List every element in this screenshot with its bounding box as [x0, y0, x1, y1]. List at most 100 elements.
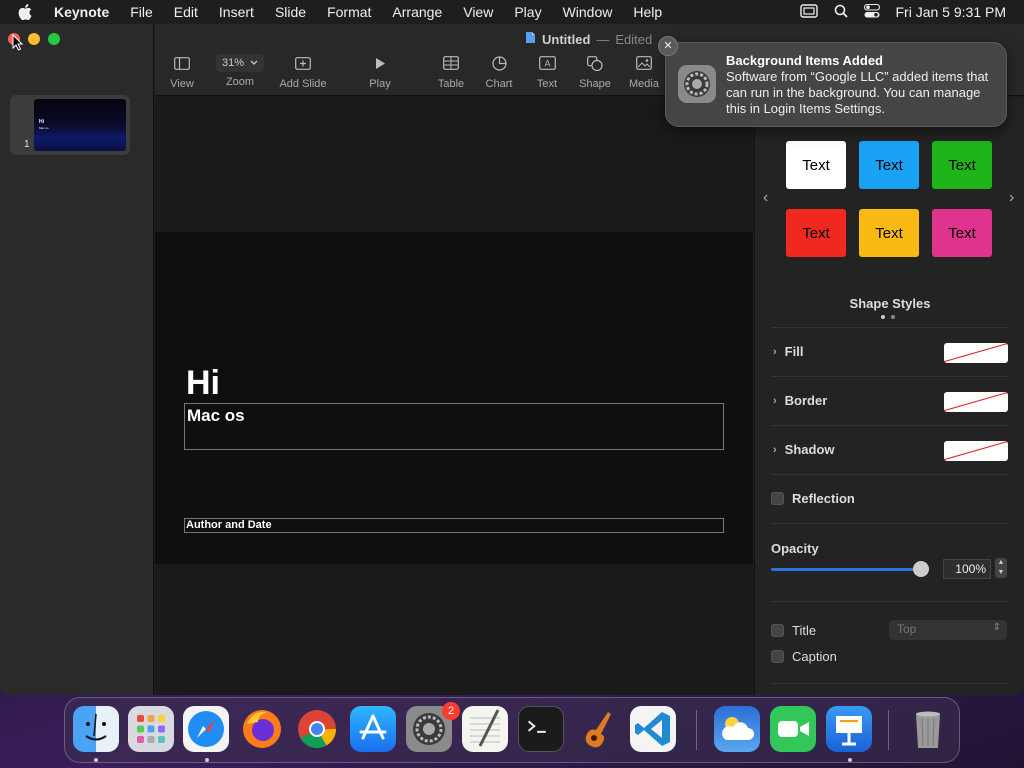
reflection-label: Reflection	[792, 491, 855, 506]
opacity-stepper[interactable]: ▲ ▼	[995, 558, 1007, 578]
border-color-well[interactable]	[944, 392, 1008, 412]
add-slide-button[interactable]: Add Slide	[273, 54, 333, 90]
keynote-icon[interactable]	[826, 706, 872, 752]
caption-option[interactable]: Caption	[771, 649, 837, 664]
slide-thumbnail-selected[interactable]: 1 Hi Mac os	[10, 95, 130, 155]
menu-clock[interactable]: Fri Jan 5 9:31 PM	[896, 4, 1007, 20]
chevron-right-icon[interactable]: ›	[1009, 189, 1014, 207]
shape-style-red[interactable]: Text	[786, 209, 846, 257]
menu-help[interactable]: Help	[633, 4, 662, 20]
chrome-icon[interactable]	[294, 706, 340, 752]
title-checkbox[interactable]	[771, 624, 784, 637]
chart-icon	[491, 54, 507, 72]
title-position-value: Top	[897, 622, 917, 636]
shape-icon	[587, 54, 603, 72]
vscode-icon[interactable]	[630, 706, 676, 752]
slide-navigator: 1 Hi Mac os	[0, 24, 154, 695]
menu-file[interactable]: File	[130, 4, 153, 20]
shape-style-white[interactable]: Text	[786, 141, 846, 189]
app-store-icon[interactable]	[350, 706, 396, 752]
opacity-value-field[interactable]: 100%	[943, 559, 991, 579]
launchpad-icon[interactable]	[128, 706, 174, 752]
mouse-cursor-icon	[12, 33, 24, 54]
zoom-select[interactable]: 31%	[215, 54, 265, 72]
shape-style-green[interactable]: Text	[932, 141, 992, 189]
textedit-icon[interactable]	[462, 706, 508, 752]
system-settings-icon	[678, 65, 716, 103]
garageband-icon[interactable]	[573, 706, 619, 752]
background-items-notification[interactable]: Background Items Added Software from “Go…	[665, 42, 1007, 127]
terminal-icon[interactable]	[518, 706, 564, 752]
menu-app-keynote[interactable]: Keynote	[54, 4, 109, 20]
document-status: Edited	[615, 31, 653, 47]
menu-insert[interactable]: Insert	[219, 4, 254, 20]
title-position-select[interactable]: Top ⇕	[889, 620, 1007, 640]
shape-label: Shape	[579, 78, 611, 90]
slide-subtitle[interactable]: Mac os	[187, 406, 245, 426]
shape-style-yellow[interactable]: Text	[859, 209, 919, 257]
swatch-label: Text	[948, 224, 976, 242]
shadow-color-well[interactable]	[944, 441, 1008, 461]
menu-arrange[interactable]: Arrange	[392, 4, 442, 20]
reflection-option[interactable]: Reflection	[771, 491, 855, 506]
document-title: Untitled — Edited	[525, 31, 652, 47]
sidebar-view-icon	[174, 54, 190, 72]
chart-label: Chart	[485, 78, 513, 90]
shadow-disclosure[interactable]: › Shadow	[773, 442, 835, 457]
weather-icon[interactable]	[714, 706, 760, 752]
spotlight-search-icon[interactable]	[834, 4, 848, 21]
swatch-label: Text	[948, 156, 976, 174]
finder-icon[interactable]	[73, 706, 119, 752]
play-button[interactable]: Play	[350, 54, 410, 90]
menu-slide[interactable]: Slide	[275, 4, 306, 20]
author-and-date[interactable]: Author and Date	[186, 519, 272, 531]
author-date-text-box[interactable]: Author and Date	[184, 518, 724, 533]
slide[interactable]: Hi Mac os Author and Date	[155, 232, 753, 564]
title-label: Title	[792, 623, 817, 638]
menu-play[interactable]: Play	[514, 4, 541, 20]
facetime-icon[interactable]	[770, 706, 816, 752]
window-switcher-icon[interactable]	[799, 3, 818, 21]
thumbnail-title: Hi	[39, 119, 44, 125]
fill-color-well[interactable]	[944, 343, 1008, 363]
title-option[interactable]: Title	[771, 623, 816, 638]
slide-canvas[interactable]: Hi Mac os Author and Date	[155, 97, 753, 695]
apple-menu-icon[interactable]	[18, 4, 36, 20]
caption-checkbox[interactable]	[771, 650, 784, 663]
fill-disclosure[interactable]: › Fill	[773, 344, 803, 359]
shape-style-blue[interactable]: Text	[859, 141, 919, 189]
border-disclosure[interactable]: › Border	[773, 393, 827, 408]
caption-label: Caption	[792, 649, 837, 664]
notification-close-button[interactable]: ✕	[658, 36, 678, 56]
view-button[interactable]: View	[152, 54, 212, 90]
opacity-slider-track[interactable]	[771, 568, 921, 571]
slide-thumbnail-preview[interactable]: Hi Mac os	[34, 99, 126, 151]
menu-window[interactable]: Window	[563, 4, 613, 20]
zoom-control[interactable]: 31% Zoom	[210, 54, 270, 88]
shape-style-pink[interactable]: Text	[932, 209, 992, 257]
opacity-slider-knob[interactable]	[913, 561, 929, 577]
reflection-checkbox[interactable]	[771, 492, 784, 505]
zoom-window-button[interactable]	[48, 33, 60, 45]
thumbnail-subtitle: Mac os	[39, 126, 49, 130]
document-name[interactable]: Untitled	[542, 32, 590, 47]
slide-title[interactable]: Hi	[186, 364, 220, 403]
menu-view[interactable]: View	[463, 4, 493, 20]
control-center-icon[interactable]	[863, 3, 880, 21]
minimize-window-button[interactable]	[28, 33, 40, 45]
chevron-updown-icon: ⇕	[992, 622, 1001, 633]
shape-styles-label: Shape Styles	[849, 296, 931, 311]
firefox-icon[interactable]	[239, 706, 285, 752]
menu-edit[interactable]: Edit	[174, 4, 198, 20]
subtitle-text-box[interactable]: Mac os	[184, 403, 724, 450]
notification-title: Background Items Added	[726, 53, 883, 68]
dock: 2	[64, 697, 960, 763]
chevron-left-icon[interactable]: ‹	[763, 189, 768, 207]
chevron-right-icon: ›	[773, 394, 777, 407]
safari-icon[interactable]	[183, 706, 229, 752]
trash-icon[interactable]	[905, 706, 951, 752]
menu-format[interactable]: Format	[327, 4, 371, 20]
page-dots[interactable]	[881, 315, 895, 319]
table-icon	[443, 54, 459, 72]
document-separator: —	[596, 31, 610, 47]
